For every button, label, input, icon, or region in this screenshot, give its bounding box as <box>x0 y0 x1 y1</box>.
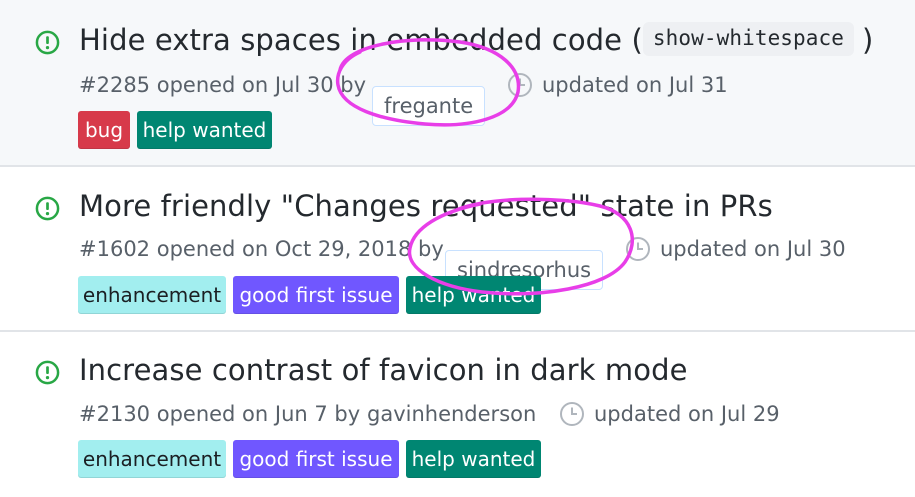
author-link[interactable]: fregante <box>372 86 486 126</box>
updated-text: updated on Jul 30 <box>660 237 846 261</box>
issue-row: Hide extra spaces in embedded code (show… <box>0 0 915 167</box>
issue-opened-icon <box>35 30 60 55</box>
clock-icon <box>508 73 532 97</box>
label-bug[interactable]: bug <box>78 111 130 149</box>
issue-title-code: show-whitespace <box>642 22 855 56</box>
issue-title-text[interactable]: Hide extra spaces in embedded code ( <box>79 23 643 57</box>
label-good-first-issue[interactable]: good first issue <box>233 440 399 478</box>
issue-row: Increase contrast of favicon in dark mod… <box>0 332 915 497</box>
issue-meta-text: #1602 opened on Oct 29, 2018 by <box>79 237 444 261</box>
updated-text: updated on Jul 31 <box>542 73 728 97</box>
issue-title[interactable]: Hide extra spaces in embedded code (show… <box>79 22 874 59</box>
issue-opened-icon <box>35 360 60 385</box>
issue-title[interactable]: Increase contrast of favicon in dark mod… <box>79 353 688 387</box>
label-help-wanted[interactable]: help wanted <box>406 440 541 478</box>
label-help-wanted[interactable]: help wanted <box>406 276 541 314</box>
issue-title-end: ) <box>862 23 874 57</box>
clock-icon <box>560 402 584 426</box>
issue-opened-icon <box>35 196 60 221</box>
author-link[interactable]: gavinhenderson <box>367 402 536 426</box>
issue-meta-text: #2130 opened on Jun 7 by <box>79 402 361 426</box>
clock-icon <box>626 237 650 261</box>
label-enhancement[interactable]: enhancement <box>78 276 226 314</box>
label-enhancement[interactable]: enhancement <box>78 440 226 478</box>
issue-meta-text: #2285 opened on Jul 30 by <box>79 73 367 97</box>
issue-title[interactable]: More friendly "Changes requested" state … <box>79 189 773 223</box>
issue-row: More friendly "Changes requested" state … <box>0 167 915 332</box>
label-good-first-issue[interactable]: good first issue <box>233 276 399 314</box>
label-help-wanted[interactable]: help wanted <box>137 111 272 149</box>
updated-text: updated on Jul 29 <box>594 402 780 426</box>
